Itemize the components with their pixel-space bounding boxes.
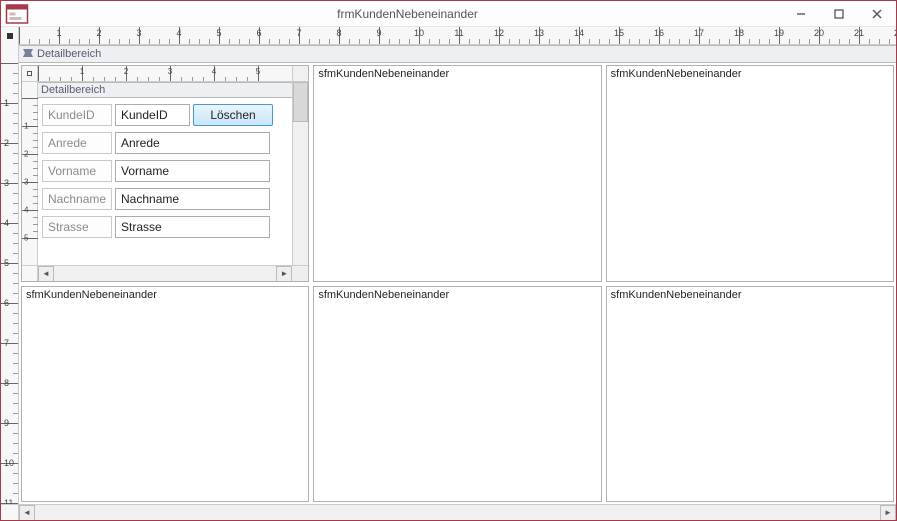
field-anrede[interactable]: Anrede [115,132,270,154]
ruler-vertical[interactable]: 1234567891011 [1,45,19,504]
form-selector[interactable] [1,27,19,45]
subform-hscroll[interactable] [22,265,308,281]
label-nachname[interactable]: Nachname [42,188,112,210]
form-icon [5,4,29,24]
subform-vscroll[interactable] [292,82,308,265]
subform-control-2[interactable]: sfmKundenNebeneinander [313,65,601,282]
subform-label: sfmKundenNebeneinander [26,289,157,301]
section-icon [23,49,33,59]
maximize-button[interactable] [820,2,858,26]
subform-label: sfmKundenNebeneinander [611,68,742,80]
subform-control-6[interactable]: sfmKundenNebeneinander [606,286,894,503]
minimize-button[interactable] [782,2,820,26]
detail-section-header[interactable]: Detailbereich [19,45,896,63]
close-button[interactable] [858,2,896,26]
scroll-right-button[interactable] [880,505,896,521]
subform-section-label: Detailbereich [41,84,105,96]
field-vorname[interactable]: Vorname [115,160,270,182]
ruler-horizontal[interactable]: 12345678910111213141516171819202122 [1,27,896,45]
subform-label: sfmKundenNebeneinander [318,68,449,80]
scroll-left-button[interactable] [38,266,54,282]
window-title: frmKundenNebeneinander [33,7,782,21]
design-surface[interactable]: Detailbereich 12345 12345 [19,45,896,504]
subform-control-5[interactable]: sfmKundenNebeneinander [313,286,601,503]
subform-control-4[interactable]: sfmKundenNebeneinander [21,286,309,503]
titlebar: frmKundenNebeneinander [1,1,896,27]
label-vorname[interactable]: Vorname [42,160,112,182]
field-strasse[interactable]: Strasse [115,216,270,238]
form-hscroll[interactable] [1,504,896,520]
label-strasse[interactable]: Strasse [42,216,112,238]
form-designer-window: frmKundenNebeneinander 12345678910111213… [0,0,897,521]
subform-selector[interactable] [22,66,38,81]
scroll-left-button[interactable] [19,505,35,521]
scroll-right-button[interactable] [276,266,292,282]
delete-button[interactable]: Löschen [193,104,273,126]
label-kundeid[interactable]: KundeID [42,104,112,126]
subform-ruler-v[interactable]: 12345 [22,82,38,265]
window-buttons [782,2,896,26]
subform-control-3[interactable]: sfmKundenNebeneinander [606,65,894,282]
subform-control-1[interactable]: 12345 12345 Detailbereich [21,65,309,282]
field-kundeid[interactable]: KundeID [115,104,190,126]
subform-label: sfmKundenNebeneinander [318,289,449,301]
scrollbar-thumb[interactable] [293,82,308,122]
subform-detail-header[interactable]: Detailbereich [38,82,292,98]
label-anrede[interactable]: Anrede [42,132,112,154]
field-nachname[interactable]: Nachname [115,188,270,210]
subform-ruler-h[interactable]: 12345 [22,66,308,82]
section-label: Detailbereich [37,48,101,60]
subform-label: sfmKundenNebeneinander [611,289,742,301]
